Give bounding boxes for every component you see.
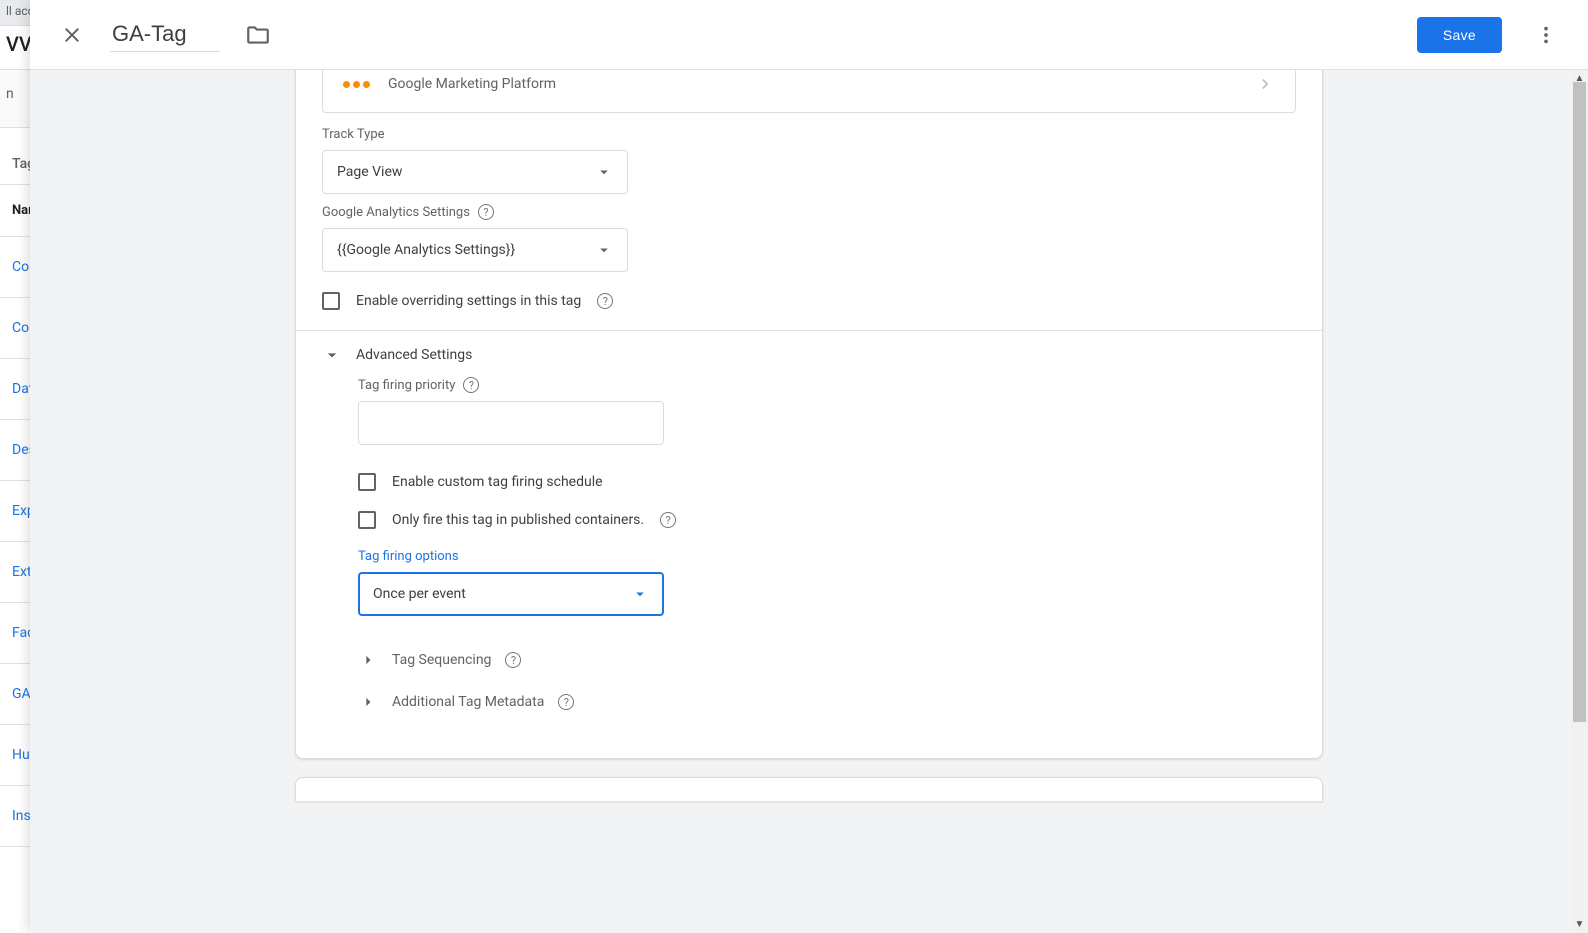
ga-settings-dropdown[interactable]: {{Google Analytics Settings}}	[322, 228, 628, 272]
published-only-checkbox[interactable]	[358, 511, 376, 529]
more-menu-button[interactable]	[1526, 15, 1566, 55]
vertical-scrollbar[interactable]: ▲ ▼	[1571, 70, 1588, 933]
scroll-thumb[interactable]	[1573, 82, 1586, 722]
published-only-row: Only fire this tag in published containe…	[358, 511, 1296, 529]
chevron-right-icon	[358, 692, 378, 712]
tag-sequencing-toggle[interactable]: Tag Sequencing ?	[358, 650, 1296, 670]
caret-down-icon	[631, 585, 649, 603]
advanced-settings-body: Tag firing priority ? Enable custom tag …	[358, 377, 1296, 712]
chevron-down-icon	[322, 345, 342, 365]
folder-icon	[245, 22, 271, 48]
advanced-settings-toggle[interactable]: Advanced Settings	[322, 345, 1296, 365]
help-icon[interactable]: ?	[478, 204, 494, 220]
additional-metadata-toggle[interactable]: Additional Tag Metadata ?	[358, 692, 1296, 712]
dialog-header: Save	[30, 0, 1588, 70]
custom-schedule-row: Enable custom tag firing schedule	[358, 473, 1296, 491]
track-type-dropdown[interactable]: Page View	[322, 150, 628, 194]
custom-schedule-label: Enable custom tag firing schedule	[392, 474, 603, 490]
help-icon[interactable]: ?	[660, 512, 676, 528]
close-button[interactable]	[52, 15, 92, 55]
help-icon[interactable]: ?	[558, 694, 574, 710]
tag-name-input[interactable]	[110, 17, 220, 52]
triggering-panel-peek	[295, 777, 1323, 801]
firing-options-value: Once per event	[373, 586, 466, 602]
ga-settings-label: Google Analytics Settings ?	[322, 204, 1296, 220]
track-type-label: Track Type	[322, 127, 1296, 142]
folder-button[interactable]	[238, 15, 278, 55]
chevron-right-icon	[358, 650, 378, 670]
caret-down-icon	[595, 163, 613, 181]
tag-priority-label: Tag firing priority ?	[358, 377, 1296, 393]
help-icon[interactable]: ?	[505, 652, 521, 668]
tag-priority-input[interactable]	[358, 401, 664, 445]
save-button[interactable]: Save	[1417, 17, 1502, 53]
platform-logo-icon	[343, 81, 370, 88]
ga-settings-value: {{Google Analytics Settings}}	[337, 242, 515, 258]
custom-schedule-checkbox[interactable]	[358, 473, 376, 491]
override-settings-row: Enable overriding settings in this tag ?	[322, 292, 1296, 310]
chevron-right-icon	[1255, 74, 1275, 94]
track-type-value: Page View	[337, 164, 402, 180]
dialog-body[interactable]: Google Marketing Platform Track Type Pag…	[30, 70, 1588, 933]
scroll-down-arrow-icon[interactable]: ▼	[1571, 916, 1588, 933]
help-icon[interactable]: ?	[597, 293, 613, 309]
help-icon[interactable]: ?	[463, 377, 479, 393]
tag-configuration-panel: Google Marketing Platform Track Type Pag…	[295, 70, 1323, 759]
tag-editor-dialog: Save Google Marketing Platform Track Typ…	[30, 0, 1588, 933]
firing-options-label: Tag firing options	[358, 549, 1296, 564]
caret-down-icon	[595, 241, 613, 259]
override-settings-checkbox[interactable]	[322, 292, 340, 310]
override-settings-label: Enable overriding settings in this tag	[356, 293, 581, 309]
kebab-icon	[1535, 24, 1557, 46]
close-icon	[60, 23, 84, 47]
tag-type-row[interactable]: Google Marketing Platform	[322, 70, 1296, 113]
platform-name: Google Marketing Platform	[388, 76, 1237, 92]
firing-options-dropdown[interactable]: Once per event	[358, 572, 664, 616]
published-only-label: Only fire this tag in published containe…	[392, 512, 644, 528]
divider	[296, 330, 1322, 331]
